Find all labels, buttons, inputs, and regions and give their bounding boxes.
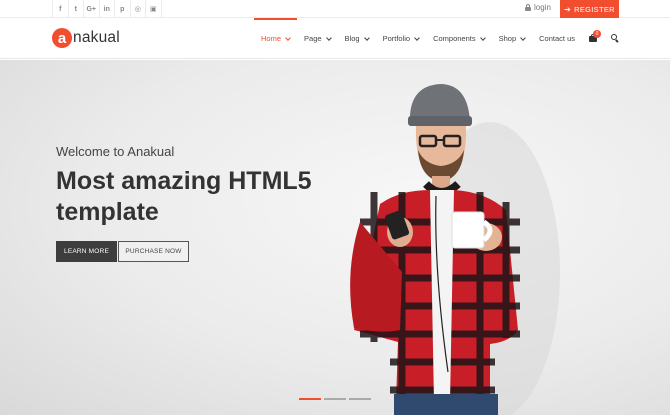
chevron-down-icon bbox=[285, 34, 291, 41]
twitter-icon[interactable]: t bbox=[69, 0, 84, 18]
dribbble-icon[interactable]: ◎ bbox=[131, 0, 146, 18]
nav-item-page[interactable]: Page bbox=[297, 18, 338, 59]
chevron-down-icon bbox=[479, 34, 486, 41]
pinterest-icon[interactable]: p bbox=[115, 0, 131, 18]
google-plus-icon[interactable]: G+ bbox=[84, 0, 100, 18]
cart-count-badge: 0 bbox=[593, 30, 601, 38]
chevron-down-icon bbox=[414, 34, 420, 41]
lock-icon bbox=[525, 4, 531, 11]
nav-item-contact-us[interactable]: Contact us bbox=[532, 18, 582, 59]
social-links: f t G+ in p ◎ ▣ bbox=[52, 0, 162, 18]
register-label: REGISTER bbox=[574, 4, 615, 14]
nav-item-label: Blog bbox=[344, 34, 360, 43]
login-link[interactable]: login bbox=[525, 3, 551, 12]
slider-dot[interactable] bbox=[349, 398, 371, 400]
main-header: a nakual Home Page Blog Portfolio Components… bbox=[0, 18, 670, 59]
instagram-icon[interactable]: ▣ bbox=[146, 0, 162, 18]
search-icon[interactable] bbox=[611, 34, 619, 43]
nav-item-shop[interactable]: Shop bbox=[492, 18, 533, 59]
slider-dots bbox=[299, 398, 371, 400]
nav-item-label: Contact us bbox=[539, 34, 575, 43]
nav-item-portfolio[interactable]: Portfolio bbox=[376, 18, 427, 59]
main-nav: Home Page Blog Portfolio Components Shop Conta… bbox=[254, 18, 582, 59]
nav-item-label: Shop bbox=[498, 34, 517, 43]
sign-in-icon: ➔ bbox=[564, 4, 572, 14]
nav-item-components[interactable]: Components bbox=[426, 18, 492, 59]
nav-item-label: Home bbox=[261, 34, 282, 43]
hero-headline: Most amazing HTML5 template bbox=[56, 167, 312, 226]
chevron-down-icon bbox=[325, 34, 332, 41]
linkedin-icon[interactable]: in bbox=[100, 0, 115, 18]
chevron-down-icon bbox=[363, 34, 370, 41]
nav-item-label: Page bbox=[304, 34, 322, 43]
login-label: login bbox=[534, 3, 551, 12]
nav-item-blog[interactable]: Blog bbox=[338, 18, 376, 59]
top-bar: f t G+ in p ◎ ▣ login ➔ REGISTER bbox=[0, 0, 670, 18]
hero-welcome-text: Welcome to Anakual bbox=[56, 144, 175, 159]
slider-dot[interactable] bbox=[299, 398, 321, 400]
learn-more-button[interactable]: LEARN MORE bbox=[56, 241, 117, 262]
purchase-now-button[interactable]: PURCHASE NOW bbox=[118, 241, 189, 262]
nav-item-home[interactable]: Home bbox=[254, 18, 298, 59]
chevron-down-icon bbox=[520, 34, 526, 41]
nav-item-label: Components bbox=[433, 34, 476, 43]
facebook-icon[interactable]: f bbox=[53, 0, 69, 18]
logo-text: nakual bbox=[73, 29, 120, 46]
hero-person-image bbox=[350, 84, 560, 415]
nav-item-label: Portfolio bbox=[382, 34, 411, 43]
slider-dot[interactable] bbox=[324, 398, 346, 400]
register-button[interactable]: ➔ REGISTER bbox=[560, 0, 619, 18]
logo[interactable]: a nakual bbox=[52, 28, 120, 48]
logo-mark: a bbox=[52, 28, 72, 48]
hero-slider: Welcome to Anakual Most amazing HTML5 te… bbox=[0, 60, 670, 415]
